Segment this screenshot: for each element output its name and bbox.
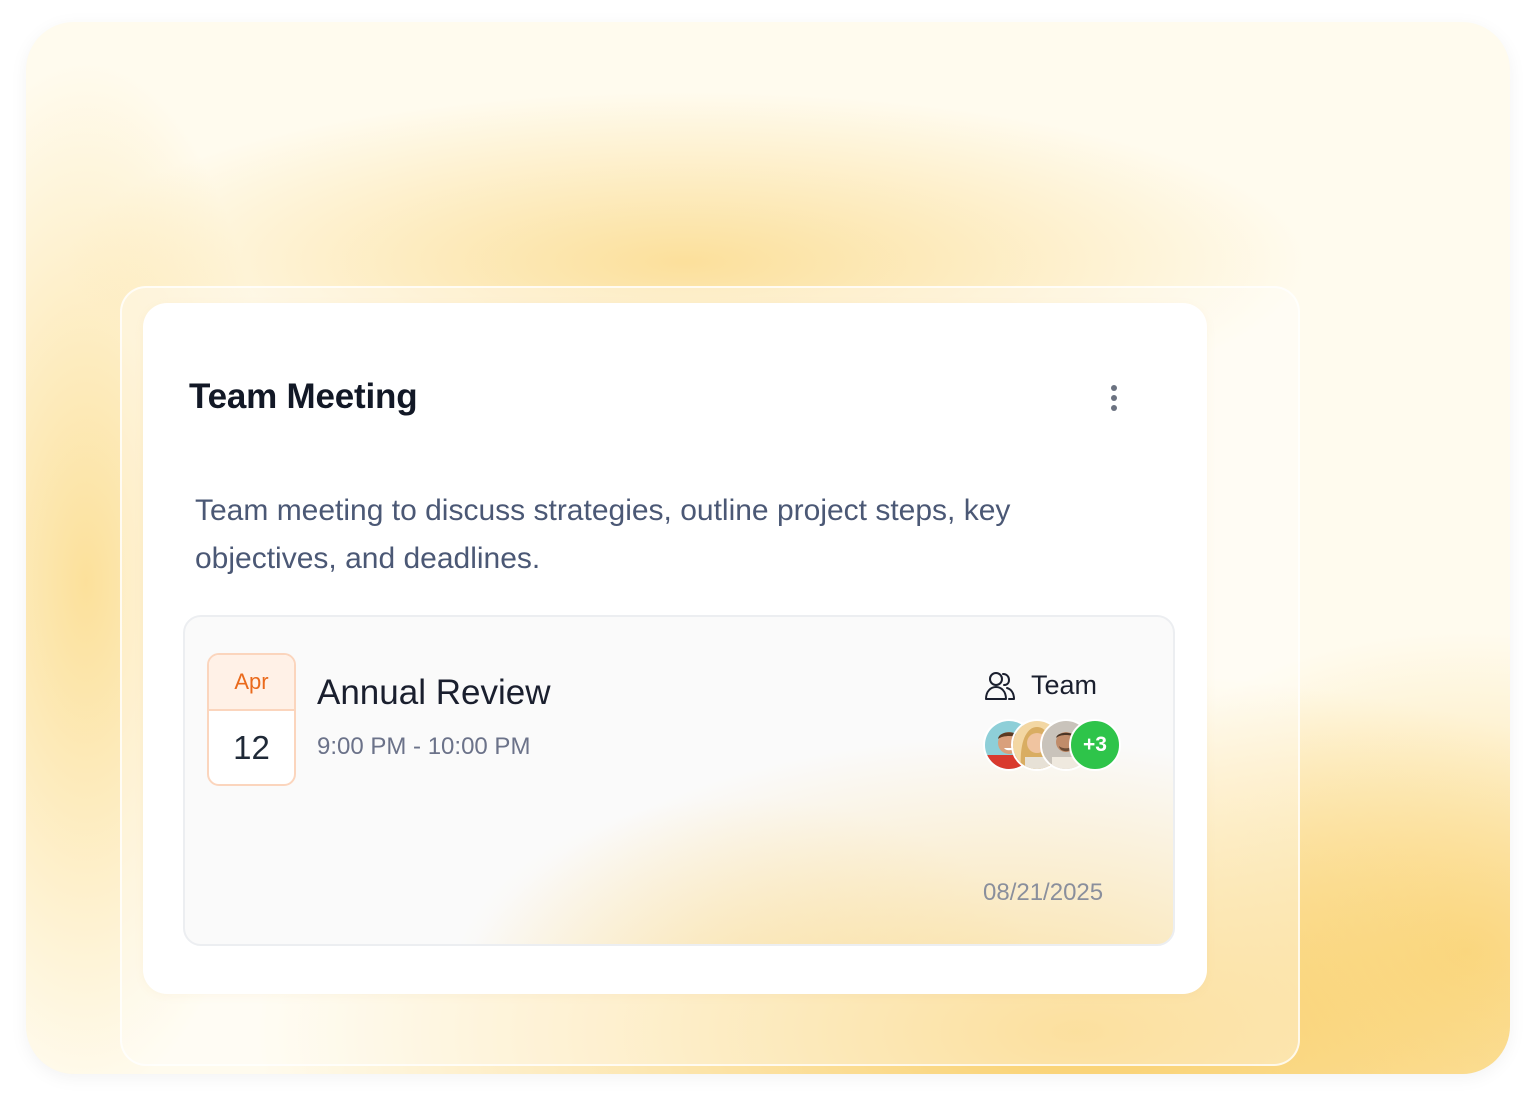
team-label: Team (1031, 670, 1098, 700)
more-attendees-badge[interactable]: +3 (1069, 719, 1121, 771)
attendee-avatars[interactable]: +3 (983, 719, 1123, 771)
event-date: 08/21/2025 (983, 879, 1104, 906)
date-badge: Apr 12 (207, 653, 296, 786)
more-dot-icon (1111, 385, 1117, 391)
meeting-card: Team Meeting Team meeting to discuss str… (143, 303, 1207, 994)
more-dot-icon (1111, 405, 1117, 411)
date-day: 12 (233, 729, 270, 766)
more-dot-icon (1111, 395, 1117, 401)
card-title: Team Meeting (189, 377, 418, 416)
more-options-button[interactable] (1099, 377, 1129, 419)
users-icon (985, 672, 1015, 700)
event-time: 9:00 PM - 10:00 PM (317, 733, 531, 760)
event-title: Annual Review (317, 673, 551, 712)
date-month: Apr (209, 655, 294, 711)
card-description: Team meeting to discuss strategies, outl… (195, 494, 1011, 575)
event-item[interactable]: Apr 12 Annual Review 9:00 PM - 10:00 PM … (183, 615, 1175, 946)
